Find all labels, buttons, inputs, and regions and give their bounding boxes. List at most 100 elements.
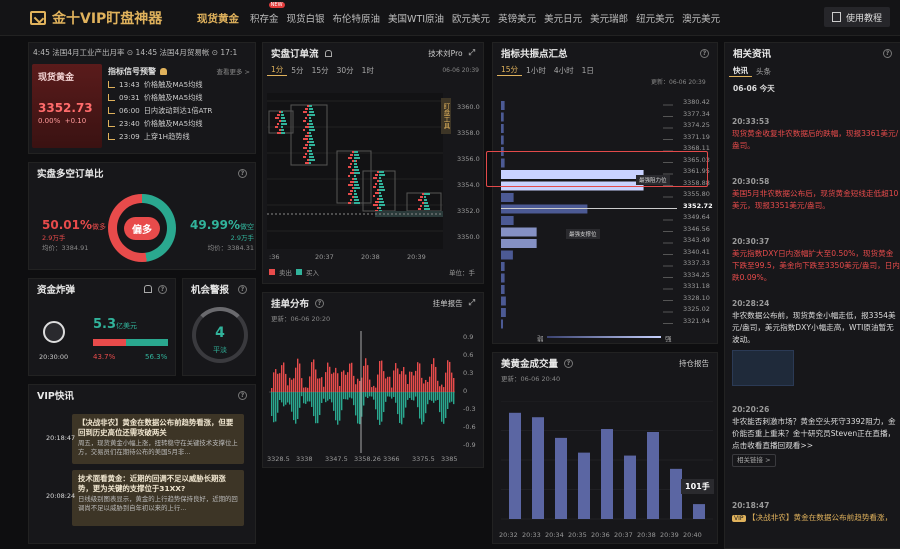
tab-spot-gold[interactable]: 现货黄金 (193, 9, 246, 28)
distribution-updated: 更新：06-06 20:20 (271, 315, 331, 323)
bid-bar (419, 392, 421, 419)
bid-bar (369, 392, 371, 397)
signal-item[interactable]: 06:00 日内波动到达1倍ATR (108, 104, 250, 117)
tab-gold-savings[interactable]: 积存金 NEW (246, 2, 285, 28)
tab-wti[interactable]: 美国WTI原油 (384, 9, 448, 28)
tab-1day[interactable]: 1日 (578, 65, 598, 76)
tab-1hour[interactable]: 1小时 (522, 65, 550, 76)
resist-title: 指标共振点汇总 (501, 49, 568, 60)
volume-bar (624, 455, 636, 519)
bid-bar (351, 392, 353, 399)
news-item[interactable]: 20:30:58 美国5月非农数据公布后，现货黄金短线走低超10美元，现报3351… (732, 176, 900, 212)
ask-bar (339, 385, 341, 392)
news-item[interactable]: 20:18:47 VIP 【决战非农】黄金在数据公布前趋势看涨， (732, 500, 900, 524)
tab-brent[interactable]: 布伦特原油 (329, 9, 385, 28)
tab-1hour[interactable]: 1时 (358, 65, 378, 76)
bid-bar (345, 392, 347, 400)
signal-item[interactable]: 23:09 上穿1H趋势线 (108, 130, 250, 143)
level-bar (501, 285, 505, 294)
ask-bar (409, 371, 411, 392)
tab-1min[interactable]: 1分 (267, 64, 288, 76)
buy-volume-bar (309, 156, 314, 158)
bell-icon[interactable] (144, 285, 152, 293)
vip-news-item[interactable]: 【决战非农】黄金在数据公布前趋势看涨，但要回到历史高位还需攻破两关 周五，现货黄… (72, 414, 244, 464)
signal-item[interactable]: 13:43 价格触及MA5均线 (108, 78, 250, 91)
buy-volume-bar (309, 144, 315, 146)
help-icon[interactable]: ? (158, 284, 167, 294)
tool-side-tab[interactable]: 盯盘工具 (441, 98, 451, 134)
news-item[interactable]: 20:20:26 非农能否刺激市场？黄金空头死守3392阻力，金价能否重上重来？金… (732, 404, 900, 467)
bell-icon[interactable] (160, 67, 167, 75)
tab-usdjpy[interactable]: 美元日元 (540, 9, 586, 28)
sell-volume-bar (373, 204, 378, 206)
news-thumbnail[interactable] (732, 350, 794, 387)
distribution-title: 挂单分布 (271, 299, 310, 310)
orderflow-tool-link[interactable]: 技术刘Pro (428, 48, 462, 59)
bell-icon[interactable] (324, 49, 332, 57)
help-icon[interactable]: ? (564, 358, 574, 368)
tutorial-button[interactable]: 使用教程 (823, 7, 890, 27)
ask-bar (419, 363, 421, 392)
tab-15min[interactable]: 15分 (308, 65, 333, 76)
help-icon[interactable]: ? (238, 390, 247, 400)
vip-news-item[interactable]: 技术面看黄金：近期的回调不足以威胁长期涨势，更为关键的支撑位于31XX? 日线级… (72, 470, 244, 526)
volume-last-tag: 101手 (681, 479, 714, 494)
expand-icon[interactable]: ⤢ (469, 298, 475, 308)
news-item[interactable]: 20:28:24 非农数据公布前，现货黄金小幅走低，报3354美元/盎司，美元指数… (732, 298, 900, 387)
help-icon[interactable]: ? (238, 284, 247, 294)
help-icon[interactable]: ? (700, 48, 709, 58)
tab-4hour[interactable]: 4小时 (550, 65, 578, 76)
level-bar (501, 262, 505, 271)
instrument-tabs: 现货黄金 积存金 NEW 现货白银 布伦特原油 美国WTI原油 欧元美元 英镑美元… (193, 2, 724, 28)
tab-spot-silver[interactable]: 现货白银 (283, 9, 329, 28)
ask-bar (359, 380, 361, 392)
ask-bar (289, 377, 291, 392)
order-distribution-panel: 挂单分布? 挂单报告 ⤢ 更新：06-06 20:20 3328.5 3338 3347… (262, 292, 484, 468)
ask-bar (341, 371, 343, 392)
time-tick: 20:32 (499, 531, 518, 539)
ask-bar (279, 373, 281, 392)
volume-report-link[interactable]: 持仓报告 (679, 358, 709, 369)
signal-item[interactable]: 23:40 价格触及MA5均线 (108, 117, 250, 130)
expand-icon[interactable]: ⤢ (469, 48, 475, 58)
tab-nzdusd[interactable]: 纽元美元 (632, 9, 678, 28)
tab-5min[interactable]: 5分 (287, 65, 307, 76)
related-link[interactable]: 相关链接 > (732, 454, 776, 467)
bid-bar (401, 392, 403, 425)
help-icon[interactable]: ? (315, 298, 325, 308)
tab-30min[interactable]: 30分 (333, 65, 358, 76)
legend-sell: 卖出 (279, 269, 292, 277)
buy-volume-bar (424, 202, 428, 204)
signals-more-link[interactable]: 查看更多 > (216, 66, 250, 76)
bid-bar (393, 392, 395, 397)
buy-volume-bar (309, 123, 313, 125)
sell-volume-bar (375, 201, 379, 203)
spot-gold-card[interactable]: 现货黄金 3352.73 0.00% +0.10 (32, 64, 102, 148)
calendar-ticker[interactable]: 4:45 法国4月工业产出月率 ⊙ 14:45 法国4月贸易帐 ⊙ 17:1 (33, 47, 263, 61)
tab-flash[interactable]: 快讯 (729, 65, 752, 77)
signal-item[interactable]: 09:31 价格触及MA5均线 (108, 91, 250, 104)
buy-volume-bar (424, 199, 427, 201)
help-icon[interactable]: ? (238, 168, 247, 178)
buy-volume-bar (309, 105, 312, 107)
distribution-report-link[interactable]: 挂单报告 (433, 298, 463, 309)
short-amount: 2.9万手 (230, 234, 254, 242)
tab-eurusd[interactable]: 欧元美元 (448, 9, 494, 28)
price-tick: 3375.5 (412, 455, 435, 463)
value-tick: -0.3 (463, 405, 476, 413)
news-item[interactable]: 20:30:37 美元指数DXY日内涨幅扩大至0.50%，现货黄金下跌至99.5，… (732, 236, 900, 284)
signal-alerts: 指标信号预警 查看更多 > 13:43 价格触及MA5均线 09:31 价格触及MA5… (108, 64, 250, 148)
tab-usdchf[interactable]: 美元瑞郎 (586, 9, 632, 28)
help-icon[interactable]: ? (883, 48, 892, 58)
app-logo[interactable]: 金十VIP盯盘神器 (30, 8, 162, 28)
tab-audusd[interactable]: 澳元美元 (678, 9, 724, 28)
tab-headlines[interactable]: 头条 (752, 66, 775, 77)
buy-volume-bar (354, 166, 358, 168)
tab-gbpusd[interactable]: 英镑美元 (494, 9, 540, 28)
sell-volume-bar (303, 156, 306, 158)
news-item[interactable]: 20:33:53 现货黄金收复非农数据后的跌幅，现报3361美元/盎司。 (732, 116, 900, 152)
level-bar (501, 273, 505, 283)
news-time: 20:18:47 (732, 501, 770, 510)
sell-volume-bar (373, 195, 375, 197)
tab-15min[interactable]: 15分 (497, 64, 523, 76)
